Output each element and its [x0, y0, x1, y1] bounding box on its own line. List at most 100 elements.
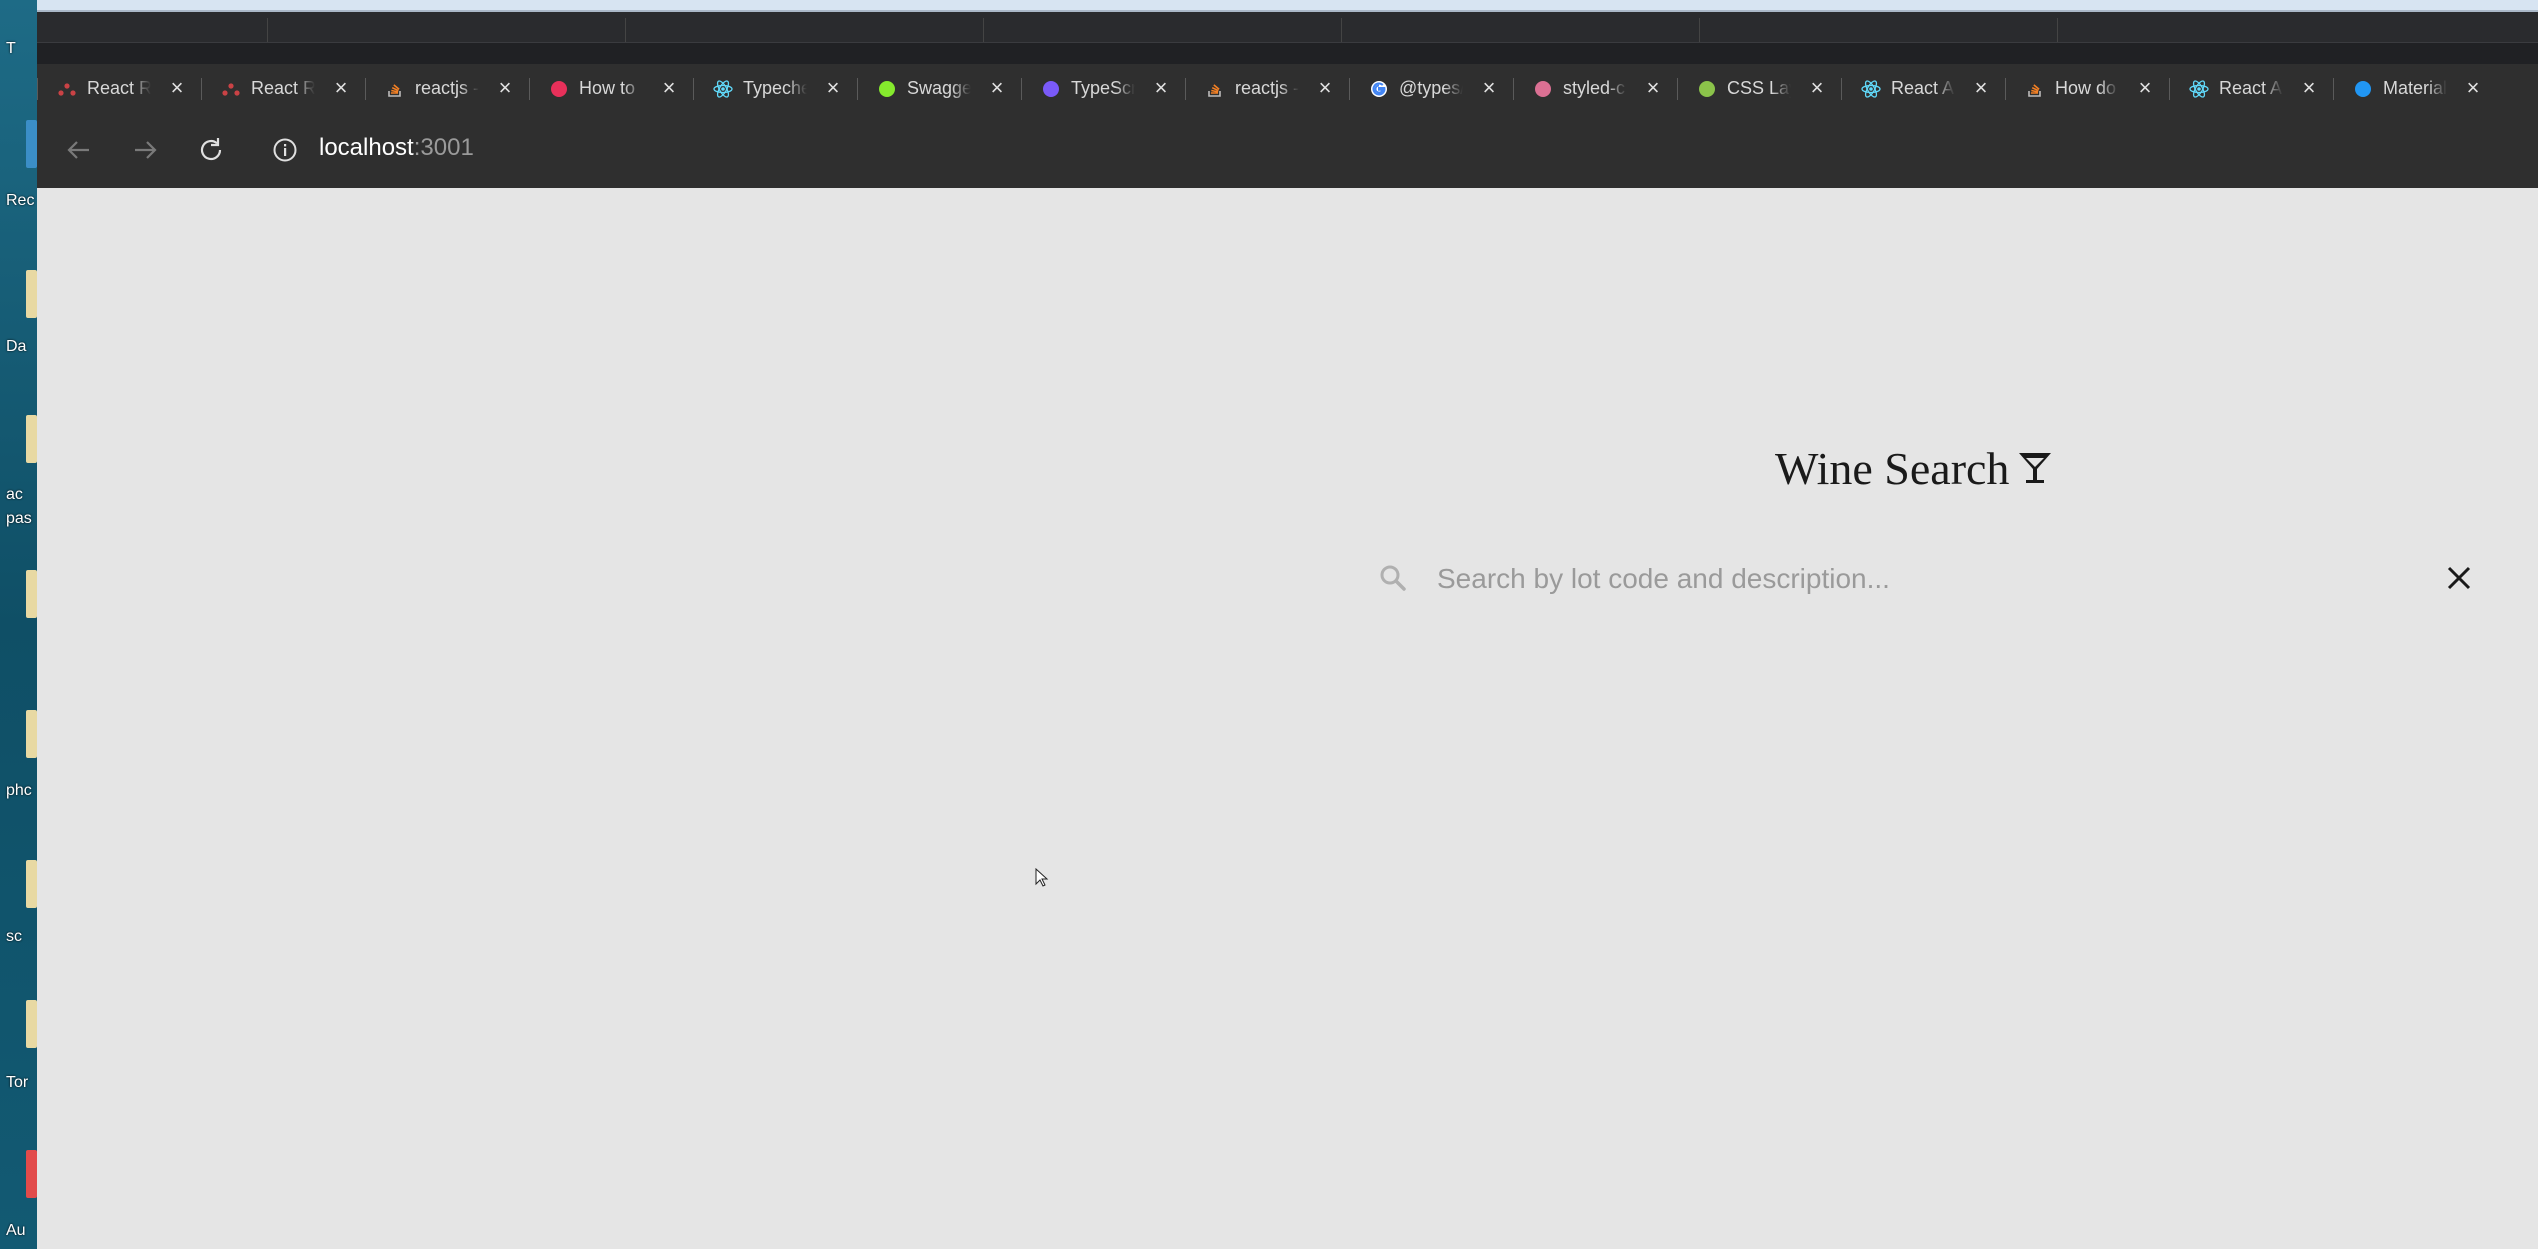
- folder-icon[interactable]: [26, 570, 37, 618]
- browser-tab[interactable]: reactjs - ×: [1185, 64, 1349, 112]
- desktop-label: Da: [6, 338, 27, 355]
- tab-title: React Ap: [1891, 78, 1955, 98]
- background-window-edge: [0, 0, 2538, 12]
- tab-title: styled-c: [1563, 78, 1626, 98]
- tab-title: How do: [2055, 78, 2117, 98]
- desktop-label: sc: [6, 928, 22, 945]
- tab-separator: [1841, 78, 1842, 100]
- folder-icon[interactable]: [26, 710, 37, 758]
- browser-tab[interactable]: @types/ ×: [1349, 64, 1513, 112]
- browser-tab[interactable]: CSS Lay ×: [1677, 64, 1841, 112]
- desktop-area: T Rec Da ac pas phc sc Tor Au: [0, 0, 37, 1249]
- browser-tab[interactable]: How do ×: [2005, 64, 2169, 112]
- browser-tab[interactable]: React Ro ×: [201, 64, 365, 112]
- browser-tab[interactable]: React Ap ×: [2169, 64, 2333, 112]
- browser-tab[interactable]: styled-c ×: [1513, 64, 1677, 112]
- tab-separator: [201, 78, 202, 100]
- tab-close-icon[interactable]: ×: [2463, 77, 2483, 99]
- tab-title: React Ro: [251, 78, 315, 98]
- desktop-label: Rec: [6, 192, 35, 209]
- address-bar[interactable]: localhost:3001: [319, 134, 474, 162]
- reload-button[interactable]: [193, 132, 229, 168]
- tab-close-icon[interactable]: ×: [823, 77, 843, 99]
- tab-close-icon[interactable]: ×: [1479, 77, 1499, 99]
- tab-close-icon[interactable]: ×: [1807, 77, 1827, 99]
- react-router-icon: [221, 79, 241, 99]
- reload-icon: [200, 138, 222, 161]
- browser-tab[interactable]: React Ro ×: [37, 64, 201, 112]
- tab-close-icon[interactable]: ×: [2135, 77, 2155, 99]
- search-bar: [1377, 550, 2497, 606]
- tab-separator: [365, 78, 366, 100]
- tab-close-icon[interactable]: ×: [331, 77, 351, 99]
- desktop-label: pas: [6, 510, 32, 527]
- app-icon[interactable]: [26, 1150, 37, 1198]
- browser-tab[interactable]: TypeScri ×: [1021, 64, 1185, 112]
- video-icon: [549, 79, 569, 99]
- url-port: :3001: [413, 134, 474, 161]
- clear-search-button[interactable]: [2441, 560, 2477, 596]
- url-host: localhost: [319, 134, 414, 161]
- material-icon: [2353, 79, 2373, 99]
- tab-close-icon[interactable]: ×: [1643, 77, 1663, 99]
- folder-icon[interactable]: [26, 1000, 37, 1048]
- tab-separator: [2169, 78, 2170, 100]
- cocktail-icon: [2019, 453, 2052, 483]
- tab-separator: [1349, 78, 1350, 100]
- react-icon: [1861, 79, 1881, 99]
- background-browser-tabstrip: [37, 12, 2538, 43]
- tab-close-icon[interactable]: ×: [2299, 77, 2319, 99]
- tab-separator: [2005, 78, 2006, 100]
- tab-separator: [1021, 78, 1022, 100]
- tab-close-icon[interactable]: ×: [495, 77, 515, 99]
- tab-separator: [1513, 78, 1514, 100]
- tab-close-icon[interactable]: ×: [987, 77, 1007, 99]
- desktop-label: Tor: [6, 1074, 29, 1091]
- browser-tab[interactable]: How to ×: [529, 64, 693, 112]
- stackoverflow-icon: [2025, 79, 2045, 99]
- browser-tab[interactable]: reactjs - ×: [365, 64, 529, 112]
- browser-toolbar: localhost:3001: [37, 112, 2538, 188]
- typescript-icon: [1041, 79, 1061, 99]
- tab-title: Swagger: [907, 78, 971, 98]
- browser-tab[interactable]: Material ×: [2333, 64, 2497, 112]
- folder-icon[interactable]: [26, 270, 37, 318]
- tab-separator: [2333, 78, 2334, 100]
- folder-icon[interactable]: [26, 860, 37, 908]
- arrow-left-icon: [67, 141, 89, 159]
- tab-close-icon[interactable]: ×: [1151, 77, 1171, 99]
- react-router-icon: [57, 79, 77, 99]
- browser-tab[interactable]: Typechec ×: [693, 64, 857, 112]
- desktop-label: T: [6, 40, 16, 57]
- site-info-button[interactable]: [267, 132, 303, 168]
- tab-close-icon[interactable]: ×: [659, 77, 679, 99]
- tab-close-icon[interactable]: ×: [167, 77, 187, 99]
- forward-button[interactable]: [127, 132, 163, 168]
- tab-title: @types/: [1399, 78, 1463, 98]
- page-title: Wine Search: [1775, 442, 2010, 494]
- tab-title: React Ap: [2219, 78, 2283, 98]
- browser-window: React Ro×React Ro×reactjs -×How to×Typec…: [37, 12, 2538, 1249]
- google-icon: [1369, 79, 1389, 99]
- tab-separator: [857, 78, 858, 100]
- swagger-icon: [877, 79, 897, 99]
- tab-separator: [37, 78, 38, 100]
- browser-tab[interactable]: React Ap ×: [1841, 64, 2005, 112]
- tab-close-icon[interactable]: ×: [1315, 77, 1335, 99]
- arrow-right-icon: [135, 141, 157, 159]
- search-input[interactable]: [1435, 556, 2399, 602]
- folder-icon[interactable]: [26, 415, 37, 463]
- tab-title: How to: [579, 78, 636, 98]
- desktop-label: Au: [6, 1222, 26, 1239]
- tab-strip: React Ro×React Ro×reactjs -×How to×Typec…: [37, 64, 2538, 112]
- stackoverflow-icon: [385, 79, 405, 99]
- recycle-bin-icon[interactable]: [26, 120, 37, 168]
- tab-title: reactjs -: [1235, 78, 1299, 98]
- tab-title: Material: [2383, 78, 2447, 98]
- mouse-cursor-icon: [1035, 868, 1049, 887]
- tab-close-icon[interactable]: ×: [1971, 77, 1991, 99]
- browser-tab[interactable]: Swagger ×: [857, 64, 1021, 112]
- tab-title: React Ro: [87, 78, 151, 98]
- back-button[interactable]: [61, 132, 97, 168]
- react-icon: [2189, 79, 2209, 99]
